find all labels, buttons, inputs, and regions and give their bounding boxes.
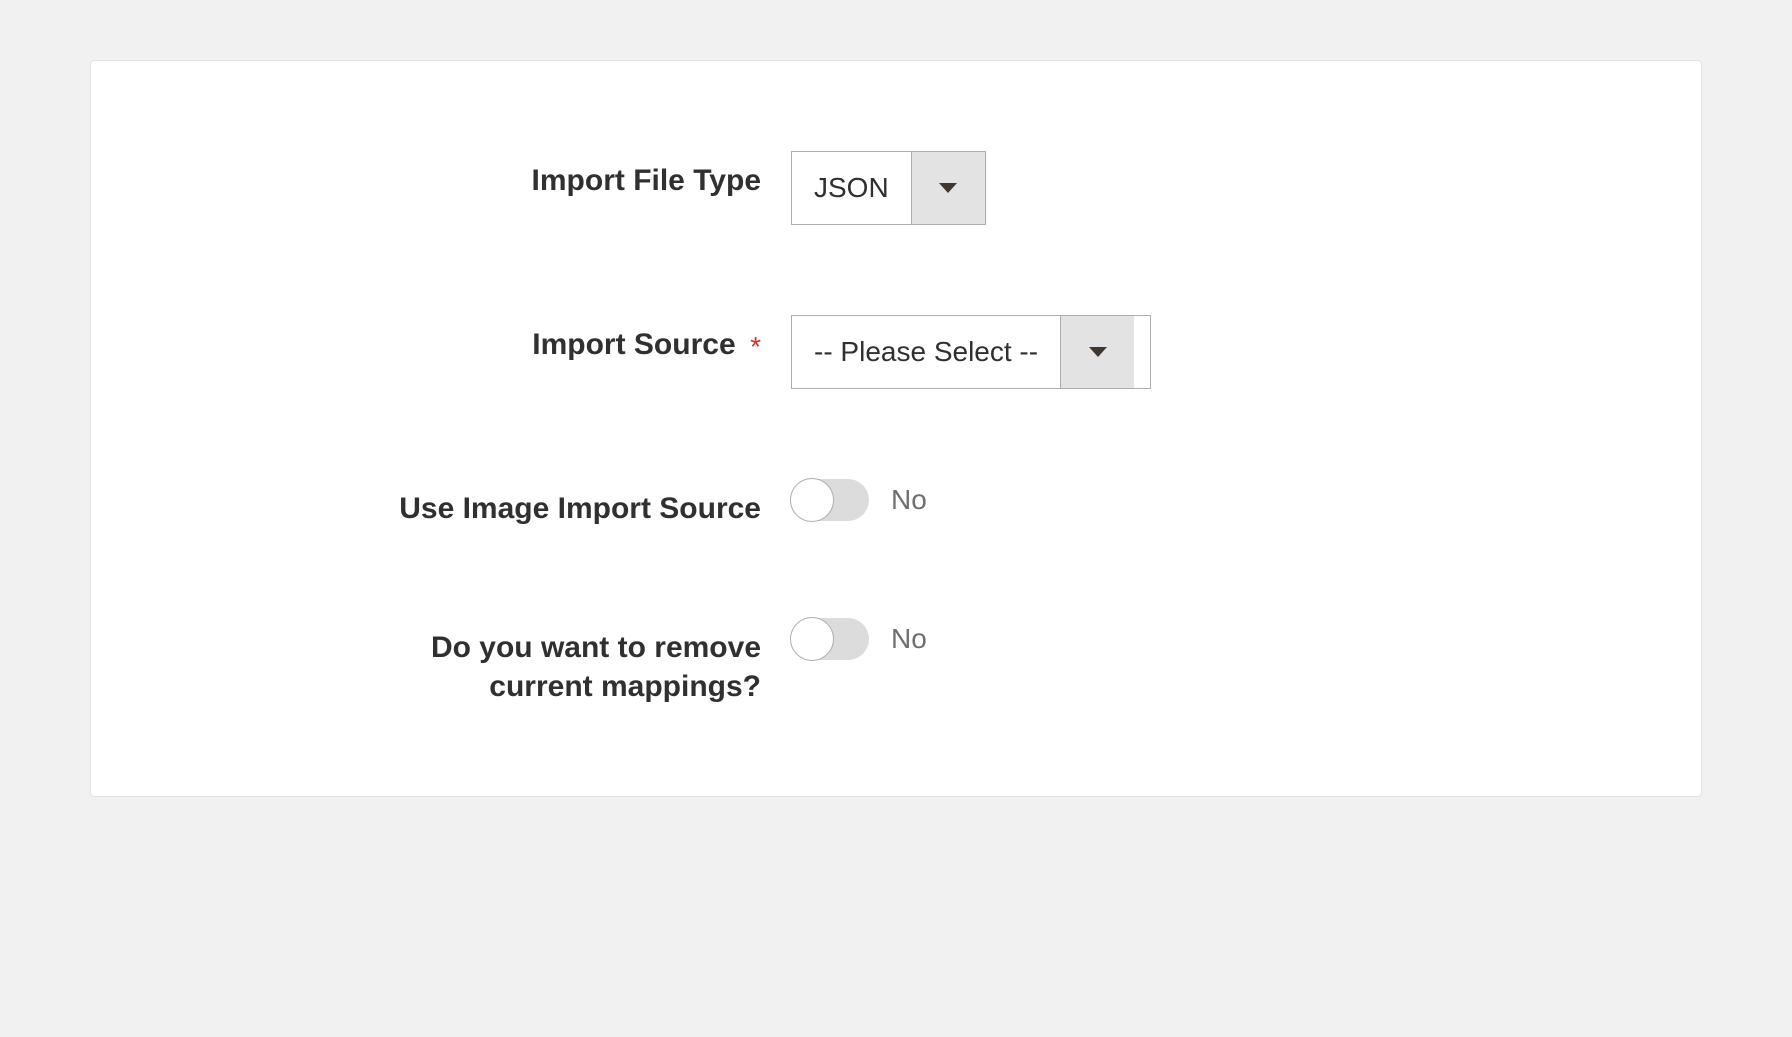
- label-col: Do you want to remove current mappings?: [151, 618, 791, 706]
- required-asterisk: *: [750, 331, 761, 362]
- field-import-source: Import Source * -- Please Select --: [151, 315, 1641, 389]
- toggle-knob: [790, 478, 834, 522]
- control-col: No: [791, 618, 927, 660]
- import-source-value: -- Please Select --: [792, 316, 1060, 388]
- import-source-select[interactable]: -- Please Select --: [791, 315, 1151, 389]
- field-import-file-type: Import File Type JSON: [151, 151, 1641, 225]
- control-col: No: [791, 479, 927, 521]
- label-col: Import Source *: [151, 315, 791, 364]
- remove-current-mappings-toggle[interactable]: [791, 618, 869, 660]
- toggle-knob: [790, 617, 834, 661]
- label-col: Use Image Import Source: [151, 479, 791, 528]
- import-file-type-select[interactable]: JSON: [791, 151, 986, 225]
- chevron-down-icon: [1060, 316, 1134, 388]
- use-image-import-source-value: No: [891, 484, 927, 516]
- field-remove-current-mappings: Do you want to remove current mappings? …: [151, 618, 1641, 706]
- label-col: Import File Type: [151, 151, 791, 200]
- remove-current-mappings-value: No: [891, 623, 927, 655]
- control-col: JSON: [791, 151, 986, 225]
- use-image-import-source-label: Use Image Import Source: [399, 492, 761, 525]
- import-source-label: Import Source: [532, 328, 735, 361]
- field-use-image-import-source: Use Image Import Source No: [151, 479, 1641, 528]
- control-col: -- Please Select --: [791, 315, 1151, 389]
- import-file-type-label: Import File Type: [532, 164, 761, 197]
- remove-current-mappings-label: Do you want to remove current mappings?: [341, 628, 761, 706]
- chevron-down-icon: [911, 152, 985, 224]
- use-image-import-source-toggle[interactable]: [791, 479, 869, 521]
- import-settings-panel: Import File Type JSON Import Source * --…: [90, 60, 1702, 797]
- import-file-type-value: JSON: [792, 152, 911, 224]
